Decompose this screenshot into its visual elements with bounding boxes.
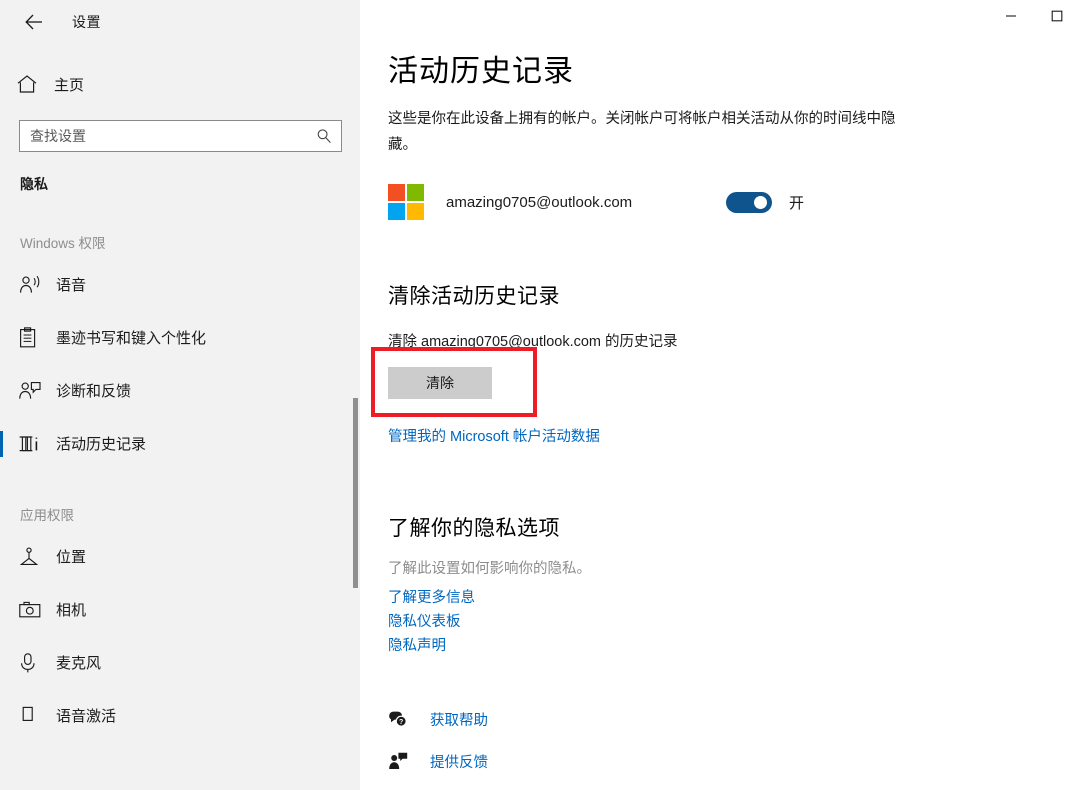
app-title: 设置 [72,14,101,30]
minimize-button[interactable] [988,0,1034,32]
sidebar-titlebar: 设置 [0,0,360,44]
privacy-links: 了解更多信息 隐私仪表板 隐私声明 [388,588,1080,657]
home-label: 主页 [54,76,85,94]
learn-more-link[interactable]: 了解更多信息 [388,588,1080,609]
toggle-state-label: 开 [789,194,805,212]
sidebar-group-windows-permissions: 语音 墨迹书写和键入个性化 诊断和反馈 活动历史记录 [0,258,360,470]
microphone-icon [18,652,48,674]
get-help-link[interactable]: 获取帮助 [430,709,488,730]
clipboard-icon [18,326,48,349]
microsoft-logo-icon [388,184,424,220]
sidebar-item-label: 语音 [56,277,87,294]
sidebar-item-location[interactable]: 位置 [0,530,360,583]
search-icon[interactable] [315,127,333,145]
window-controls [988,0,1080,32]
get-help-row[interactable]: ? 获取帮助 [388,703,538,735]
toggle-knob [754,195,767,209]
sidebar-item-microphone[interactable]: 麦克风 [0,636,360,689]
sidebar-item-label: 活动历史记录 [56,436,147,453]
account-row: amazing0705@outlook.com 开 [388,184,1080,220]
help-bubble-icon: ? [388,710,416,728]
manage-account-activity-link[interactable]: 管理我的 Microsoft 帐户活动数据 [388,425,600,446]
page-description: 这些是你在此设备上拥有的帐户。关闭帐户可将帐户相关活动从你的时间线中隐藏。 [388,111,896,153]
camera-icon [18,600,48,620]
feedback-person-icon [18,380,48,402]
location-icon [18,546,48,568]
give-feedback-link[interactable]: 提供反馈 [430,751,488,772]
sidebar-item-inking-typing[interactable]: 墨迹书写和键入个性化 [0,311,360,364]
sidebar-item-activity-history[interactable]: 活动历史记录 [0,417,360,470]
sidebar-item-label: 语音激活 [56,708,117,725]
sidebar-item-label: 麦克风 [56,655,102,672]
sidebar-group-header-windows-permissions: Windows 权限 [20,236,106,251]
sidebar-category-title: 隐私 [20,176,48,192]
sidebar: 设置 主页 隐私 Windows 权限 [0,0,360,790]
feedback-person-icon [388,752,416,770]
sidebar-item-speech[interactable]: 语音 [0,258,360,311]
sidebar-scrollbar[interactable] [353,0,358,790]
privacy-section-heading: 了解你的隐私选项 [388,517,560,540]
manage-link-wrap: 管理我的 Microsoft 帐户活动数据 [388,425,1080,446]
sidebar-item-home[interactable]: 主页 [0,64,360,104]
page-title: 活动历史记录 [388,55,574,88]
sidebar-group-app-permissions: 位置 相机 麦克风 语音激活 [0,530,360,742]
clear-section-heading: 清除活动历史记录 [388,285,560,308]
sidebar-item-label: 相机 [56,602,87,619]
account-toggle-wrap: 开 [726,191,805,213]
sidebar-group-header-app-permissions: 应用权限 [20,508,74,523]
privacy-dashboard-link[interactable]: 隐私仪表板 [388,612,1080,633]
home-icon [16,74,52,94]
sidebar-item-diagnostics-feedback[interactable]: 诊断和反馈 [0,364,360,417]
speech-icon [18,274,48,296]
content-inner: 活动历史记录 这些是你在此设备上拥有的帐户。关闭帐户可将帐户相关活动从你的时间线… [360,0,1080,777]
sidebar-item-label: 位置 [56,549,87,566]
activity-history-icon [18,433,48,455]
sidebar-item-label: 诊断和反馈 [56,383,132,400]
clear-button[interactable]: 清除 [388,367,492,399]
footer-links: ? 获取帮助 提供反馈 [388,703,1080,777]
activity-history-toggle[interactable] [726,191,772,213]
voice-activation-icon [18,705,48,727]
maximize-button[interactable] [1034,0,1080,32]
back-arrow-icon[interactable] [14,6,54,38]
clear-section-description: 清除 amazing0705@outlook.com 的历史记录 [388,334,678,350]
privacy-section-subtext: 了解此设置如何影响你的隐私。 [388,561,591,577]
give-feedback-row[interactable]: 提供反馈 [388,745,538,777]
sidebar-item-label: 墨迹书写和键入个性化 [56,330,207,347]
settings-window: 设置 主页 隐私 Windows 权限 [0,0,1080,790]
content-area: 活动历史记录 这些是你在此设备上拥有的帐户。关闭帐户可将帐户相关活动从你的时间线… [360,0,1080,790]
search-input[interactable] [30,128,315,144]
search-box[interactable] [19,120,342,152]
svg-text:?: ? [399,719,403,726]
privacy-statement-link[interactable]: 隐私声明 [388,636,1080,657]
account-email: amazing0705@outlook.com [446,193,633,211]
sidebar-item-camera[interactable]: 相机 [0,583,360,636]
sidebar-scrollbar-thumb[interactable] [353,398,358,588]
sidebar-item-voice-activation[interactable]: 语音激活 [0,689,360,742]
